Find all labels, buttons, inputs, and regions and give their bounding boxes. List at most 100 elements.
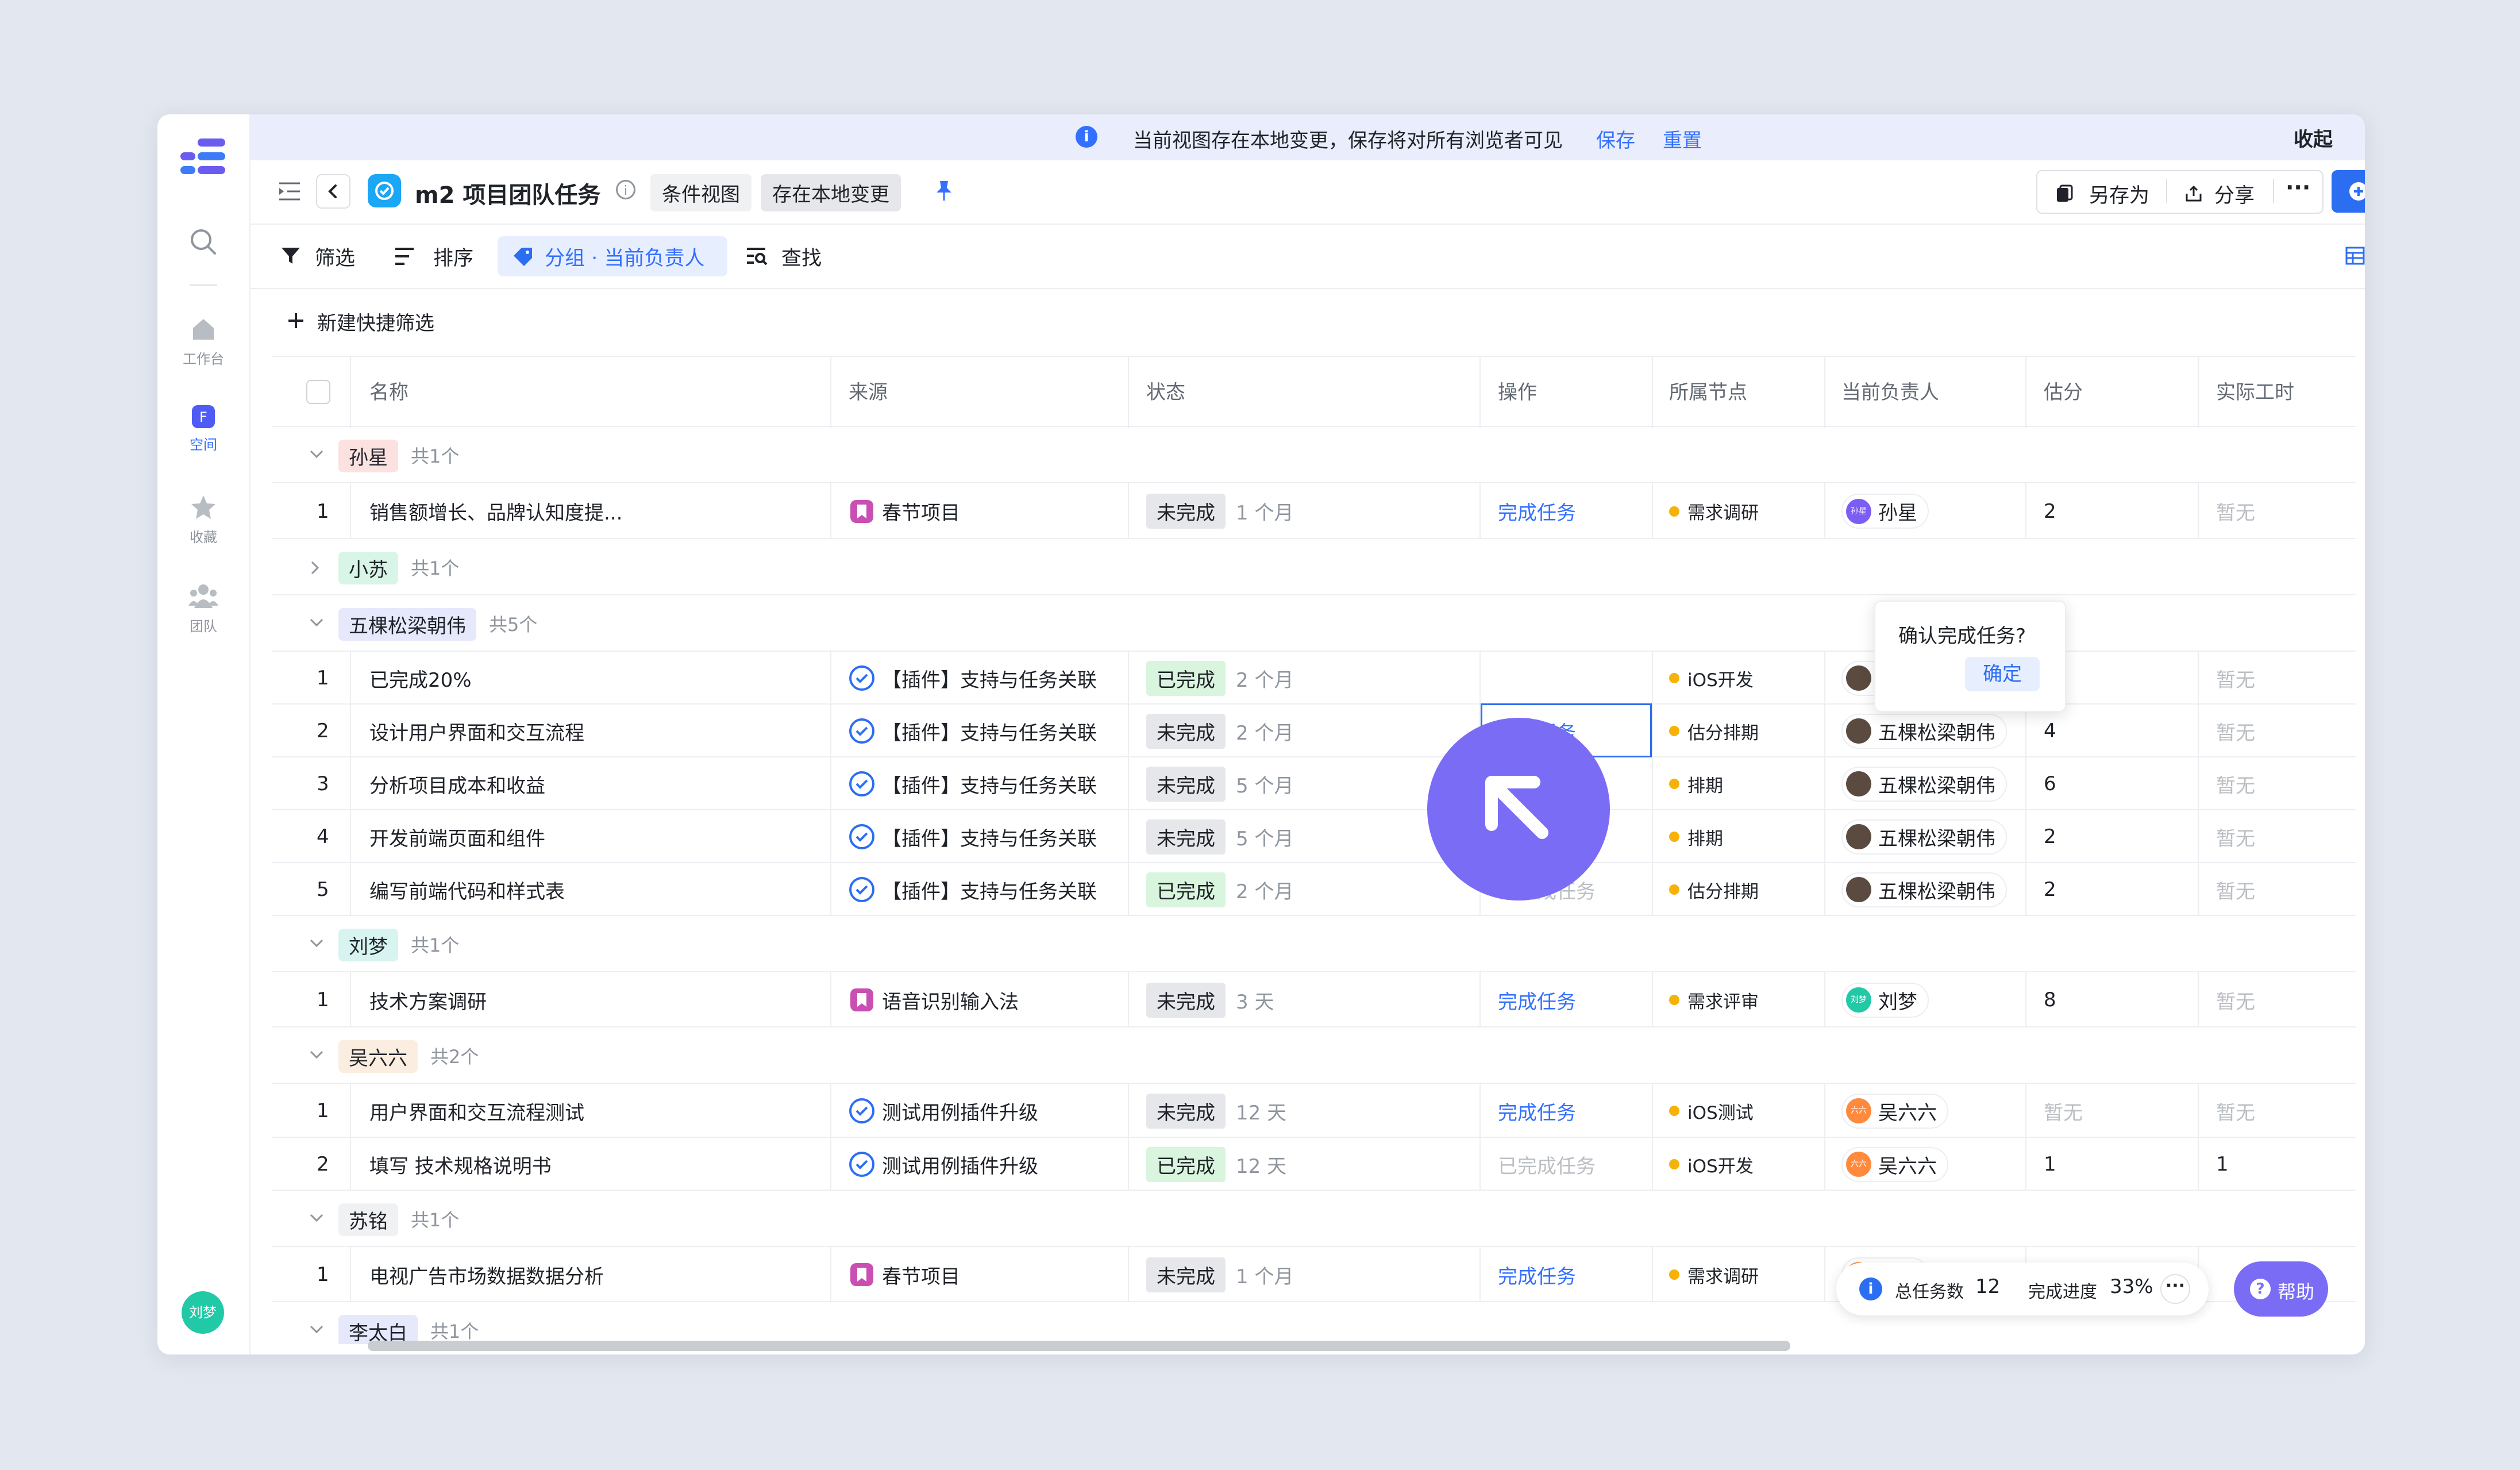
column-header[interactable]: 当前负责人 bbox=[1841, 357, 1939, 428]
task-name[interactable]: 填写 技术规格说明书 bbox=[369, 1138, 552, 1191]
save-as-button[interactable]: 另存为 bbox=[2089, 179, 2149, 209]
task-name[interactable]: 技术方案调研 bbox=[369, 972, 487, 1028]
task-name[interactable]: 用户界面和交互流程测试 bbox=[369, 1084, 584, 1138]
owner-cell[interactable]: 六六 吴六六 bbox=[1841, 1084, 1948, 1138]
column-header[interactable]: 所属节点 bbox=[1669, 357, 1747, 428]
column-header[interactable]: 名称 bbox=[369, 357, 409, 428]
owner-cell[interactable]: 孙星 孙星 bbox=[1841, 483, 1929, 539]
owner-cell[interactable]: 五棵松梁朝伟 bbox=[1841, 863, 2007, 916]
find-button[interactable]: 查找 bbox=[781, 242, 822, 271]
node-cell[interactable]: 排期 bbox=[1669, 810, 1723, 863]
source-cell[interactable]: 【插件】支持与任务关联 bbox=[849, 652, 1097, 705]
source-cell[interactable]: 【插件】支持与任务关联 bbox=[849, 757, 1097, 810]
group-header[interactable]: 刘梦 共1个 bbox=[272, 916, 2356, 972]
task-name[interactable]: 开发前端页面和组件 bbox=[369, 810, 545, 863]
column-header[interactable]: 操作 bbox=[1498, 357, 1537, 428]
group-header[interactable]: 孙星 共1个 bbox=[272, 427, 2356, 483]
owner-cell[interactable]: 五棵松梁朝伟 bbox=[1841, 705, 2007, 757]
confirm-button[interactable]: 确定 bbox=[1965, 657, 2040, 691]
actual-hours-value[interactable]: 暂无 bbox=[2216, 483, 2255, 539]
node-cell[interactable]: 需求调研 bbox=[1669, 1247, 1759, 1302]
more-button[interactable]: ··· bbox=[2286, 175, 2310, 200]
source-cell[interactable]: 春节项目 bbox=[849, 1247, 960, 1302]
collapse-button[interactable]: 收起 bbox=[2294, 124, 2333, 152]
search-icon[interactable] bbox=[188, 227, 218, 259]
actual-hours-value[interactable]: 暂无 bbox=[2216, 810, 2255, 863]
estimate-value[interactable]: 2 bbox=[2044, 810, 2056, 863]
user-avatar[interactable]: 刘梦 bbox=[182, 1291, 224, 1334]
complete-task-button[interactable]: 完成任务 bbox=[1498, 972, 1576, 1028]
owner-cell[interactable]: 刘梦 刘梦 bbox=[1841, 972, 1929, 1028]
chevron-down-icon[interactable] bbox=[309, 1323, 325, 1338]
complete-task-button[interactable]: 完成任务 bbox=[1498, 1084, 1576, 1138]
actual-hours-value[interactable]: 暂无 bbox=[2216, 757, 2255, 810]
group-header[interactable]: 小苏 共1个 bbox=[272, 539, 2356, 595]
status-cell[interactable]: 未完成 1 个月 bbox=[1146, 483, 1293, 539]
owner-chip[interactable]: 五棵松梁朝伟 bbox=[1841, 819, 2007, 855]
status-cell[interactable]: 未完成 5 个月 bbox=[1146, 757, 1293, 810]
complete-task-button[interactable]: 完成任务 bbox=[1498, 483, 1576, 539]
owner-cell[interactable]: 六六 吴六六 bbox=[1841, 1138, 1948, 1191]
owner-cell[interactable]: 五棵松梁朝伟 bbox=[1841, 810, 2007, 863]
table-row[interactable]: 5编写前端代码和样式表【插件】支持与任务关联已完成2 个月已完成任务估分排期五棵… bbox=[272, 863, 2356, 916]
actual-hours-value[interactable]: 暂无 bbox=[2216, 1084, 2255, 1138]
task-name[interactable]: 分析项目成本和收益 bbox=[369, 757, 545, 810]
owner-chip[interactable]: 六六 吴六六 bbox=[1841, 1146, 1948, 1182]
status-cell[interactable]: 未完成 5 个月 bbox=[1146, 810, 1293, 863]
chevron-down-icon[interactable] bbox=[309, 616, 325, 631]
condition-view-tag[interactable]: 条件视图 bbox=[650, 174, 752, 211]
source-cell[interactable]: 语音识别输入法 bbox=[849, 972, 1019, 1028]
actual-hours-value[interactable]: 暂无 bbox=[2216, 863, 2255, 916]
table-row[interactable]: 1 用户界面和交互流程测试 测试用例插件升级 未完成 12 天 完成任务 iOS测试 六六 吴六… bbox=[272, 1084, 2356, 1138]
group-header[interactable]: 吴六六 共2个 bbox=[272, 1028, 2356, 1084]
source-cell[interactable]: 【插件】支持与任务关联 bbox=[849, 810, 1097, 863]
sidebar-item-space[interactable]: F 空间 bbox=[157, 405, 249, 453]
horizontal-scrollbar[interactable] bbox=[368, 1341, 1790, 1351]
table-row[interactable]: 1 销售额增长、品牌认知度提... 春节项目 未完成 1 个月 完成任务 需求调研 孙星 孙星 2… bbox=[272, 483, 2356, 539]
status-cell[interactable]: 未完成 12 天 bbox=[1146, 1084, 1286, 1138]
estimate-value[interactable]: 1 bbox=[2044, 1138, 2056, 1191]
chevron-down-icon[interactable] bbox=[309, 937, 325, 952]
estimate-value[interactable]: 2 bbox=[2044, 483, 2056, 539]
node-cell[interactable]: iOS开发 bbox=[1669, 1138, 1754, 1191]
task-name[interactable]: 编写前端代码和样式表 bbox=[369, 863, 565, 916]
owner-cell[interactable]: 五棵松梁朝伟 bbox=[1841, 757, 2007, 810]
share-button[interactable]: 分享 bbox=[2214, 179, 2255, 209]
chevron-down-icon[interactable] bbox=[309, 1211, 325, 1226]
actual-hours-value[interactable]: 1 bbox=[2216, 1138, 2229, 1191]
chevron-down-icon[interactable] bbox=[309, 1048, 325, 1063]
sort-button[interactable]: 排序 bbox=[433, 242, 473, 271]
back-button[interactable] bbox=[316, 174, 350, 209]
summary-more-button[interactable]: ··· bbox=[2160, 1274, 2190, 1304]
owner-chip[interactable]: 六六 吴六六 bbox=[1841, 1093, 1948, 1129]
estimate-value[interactable]: 4 bbox=[2044, 705, 2056, 757]
task-name[interactable]: 已完成20% bbox=[369, 652, 472, 705]
group-header[interactable]: 苏铭 共1个 bbox=[272, 1191, 2356, 1247]
task-name[interactable]: 设计用户界面和交互流程 bbox=[369, 705, 584, 757]
actual-hours-value[interactable]: 暂无 bbox=[2216, 652, 2255, 705]
source-cell[interactable]: 测试用例插件升级 bbox=[849, 1138, 1038, 1191]
node-cell[interactable]: 排期 bbox=[1669, 757, 1723, 810]
status-cell[interactable]: 未完成 3 天 bbox=[1146, 972, 1274, 1028]
estimate-value[interactable]: 6 bbox=[2044, 757, 2056, 810]
sidebar-item-favorites[interactable]: 收藏 bbox=[157, 494, 249, 546]
status-cell[interactable]: 已完成 2 个月 bbox=[1146, 863, 1293, 916]
sidebar-item-team[interactable]: 团队 bbox=[157, 583, 249, 635]
reset-link[interactable]: 重置 bbox=[1663, 125, 1702, 153]
estimate-value[interactable]: 暂无 bbox=[2044, 1084, 2083, 1138]
node-cell[interactable]: 需求评审 bbox=[1669, 972, 1759, 1028]
new-button[interactable]: 新建 bbox=[2332, 170, 2365, 213]
help-button[interactable]: ? 帮助 bbox=[2234, 1261, 2328, 1317]
node-cell[interactable]: iOS开发 bbox=[1669, 652, 1754, 705]
owner-chip[interactable]: 孙星 孙星 bbox=[1841, 494, 1929, 529]
source-cell[interactable]: 【插件】支持与任务关联 bbox=[849, 705, 1097, 757]
node-cell[interactable]: 需求调研 bbox=[1669, 483, 1759, 539]
table-row[interactable]: 2 填写 技术规格说明书 测试用例插件升级 已完成 12 天 已完成任务 iOS开发 六六 吴六… bbox=[272, 1138, 2356, 1191]
filter-button[interactable]: 筛选 bbox=[315, 242, 355, 271]
table-row[interactable]: 1技术方案调研语音识别输入法未完成3 天完成任务需求评审刘梦刘梦8暂无2023-… bbox=[272, 972, 2356, 1028]
select-all-checkbox[interactable] bbox=[306, 380, 330, 404]
task-name[interactable]: 电视广告市场数据数据分析 bbox=[369, 1247, 604, 1302]
node-cell[interactable]: 估分排期 bbox=[1669, 863, 1759, 916]
column-header[interactable]: 来源 bbox=[849, 357, 888, 428]
owner-chip[interactable]: 五棵松梁朝伟 bbox=[1841, 713, 2007, 749]
